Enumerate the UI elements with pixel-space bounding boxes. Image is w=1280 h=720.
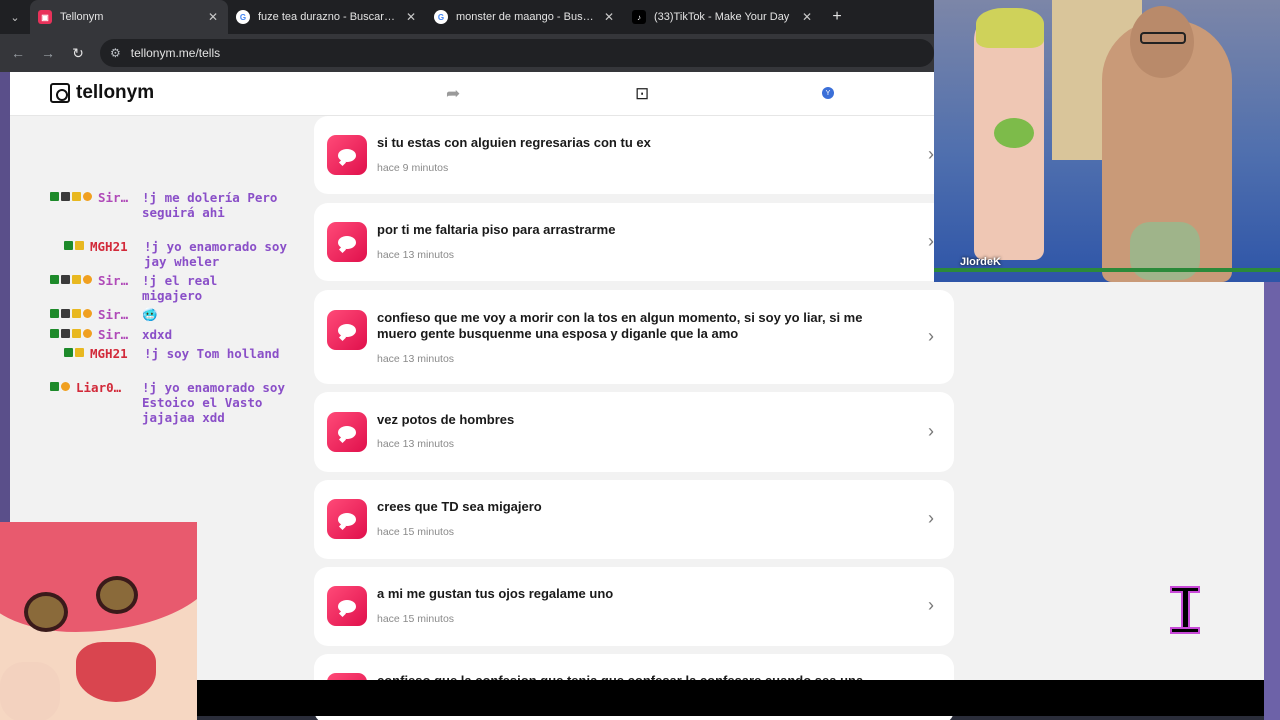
message-bubble-icon	[327, 499, 367, 539]
chevron-right-icon: ›	[928, 508, 934, 528]
tellonym-logo[interactable]: tellonym	[50, 82, 154, 104]
chat-message: Sir… xdxd	[50, 327, 282, 342]
reload-icon[interactable]: ↻	[70, 45, 86, 62]
chat-text: !j soy Tom holland	[144, 346, 280, 361]
tell-text: a mi me gustan tus ojos regalame uno	[377, 586, 614, 601]
chat-text: !j me dolería Pero seguirá ahi	[142, 190, 278, 220]
chat-text: 🥶	[142, 307, 158, 322]
chat-text: xdxd	[142, 327, 173, 342]
tell-card[interactable]: a mi me gustan tus ojos regalame uno hac…	[314, 567, 954, 646]
tell-card[interactable]: si tu estas con alguien regresarias con …	[314, 116, 954, 194]
chat-message: MGH21 !j yo enamorado soy jay wheler	[64, 239, 294, 269]
chat-message: Sir… !j me dolería Pero seguirá ahi	[50, 190, 282, 220]
close-icon[interactable]: ✕	[800, 10, 814, 24]
tab-tellonym[interactable]: ▣ Tellonym ✕	[30, 0, 228, 34]
text-cursor-icon	[1170, 586, 1200, 634]
chat-username: MGH21	[90, 239, 128, 254]
chat-message: Liar0… !j yo enamorado soy Estoico el Va…	[50, 380, 292, 425]
chevron-right-icon: ›	[928, 326, 934, 346]
browser-toolbar: ← → ↻ ⚙ tellonym.me/tells	[0, 34, 934, 72]
top-navigation: tellonym ➦ ⊡ Y	[10, 72, 934, 116]
chat-text: !j el real migajero	[142, 273, 218, 303]
webcam-name-label: JIordeK	[960, 256, 1001, 268]
tell-time: hace 15 minutos	[377, 526, 455, 538]
tell-text: confieso que me voy a morir con la tos e…	[377, 310, 863, 341]
tell-card[interactable]: vez potos de hombres hace 13 minutos ›	[314, 392, 954, 472]
message-bubble-icon	[327, 310, 367, 350]
tellonym-logo-icon	[50, 83, 70, 103]
tell-time: hace 15 minutos	[377, 613, 455, 625]
site-settings-icon[interactable]: ⚙	[110, 46, 121, 60]
bottom-black-bar	[197, 680, 1264, 716]
chat-text: !j yo enamorado soy Estoico el Vasto jaj…	[142, 380, 285, 425]
tab-search-icon[interactable]: ⌄	[0, 0, 30, 34]
logo-text: tellonym	[76, 82, 155, 103]
close-icon[interactable]: ✕	[404, 10, 418, 24]
chat-message: Sir… 🥶	[50, 307, 282, 322]
glasses-icon	[1140, 32, 1186, 44]
chevron-right-icon: ›	[928, 595, 934, 615]
tell-time: hace 13 minutos	[377, 438, 455, 450]
video-progress-bar	[934, 268, 1280, 272]
chat-username: Sir…	[98, 190, 129, 205]
forward-icon[interactable]: →	[40, 45, 56, 61]
close-icon[interactable]: ✕	[602, 10, 616, 24]
tiktok-icon: ♪	[632, 10, 646, 24]
tell-card[interactable]: confieso que me voy a morir con la tos e…	[314, 290, 954, 384]
tab-fuze-tea[interactable]: G fuze tea durazno - Buscar con G ✕	[228, 0, 426, 34]
tell-time: hace 9 minutos	[377, 162, 449, 174]
tell-text: crees que TD sea migajero	[377, 499, 542, 514]
message-bubble-icon	[327, 222, 367, 262]
message-bubble-icon	[327, 586, 367, 626]
chat-username: Sir…	[98, 307, 129, 322]
tab-tiktok[interactable]: ♪ (33)TikTok - Make Your Day ✕	[624, 0, 822, 34]
tab-title: (33)TikTok - Make Your Day	[654, 11, 790, 23]
anime-avatar-image	[0, 522, 197, 720]
message-bubble-icon	[327, 412, 367, 452]
browser-tab-bar: ⌄ ▣ Tellonym ✕ G fuze tea durazno - Busc…	[0, 0, 934, 34]
chat-username: MGH21	[90, 346, 128, 361]
tab-monster[interactable]: G monster de maango - Buscar co ✕	[426, 0, 624, 34]
avatar[interactable]: Y	[822, 87, 834, 99]
message-bubble-icon	[327, 135, 367, 175]
tell-time: hace 13 minutos	[377, 353, 455, 365]
address-input[interactable]: ⚙ tellonym.me/tells	[100, 39, 934, 67]
tell-card[interactable]: por ti me faltaria piso para arrastrarme…	[314, 203, 954, 281]
stream-screen: ⌄ ▣ Tellonym ✕ G fuze tea durazno - Busc…	[0, 0, 1280, 720]
chat-text: !j yo enamorado soy jay wheler	[144, 239, 287, 269]
chat-username: Liar0…	[76, 380, 122, 395]
chat-message: Sir… !j el real migajero	[50, 273, 282, 303]
chat-message: MGH21 !j soy Tom holland	[64, 346, 294, 361]
chevron-right-icon: ›	[928, 421, 934, 441]
tell-card[interactable]: crees que TD sea migajero hace 15 minuto…	[314, 480, 954, 559]
share-icon[interactable]: ➦	[446, 84, 460, 104]
leaf-image	[994, 118, 1034, 148]
anime-figure-hair	[976, 8, 1044, 48]
tellonym-icon: ▣	[38, 10, 52, 24]
tell-time: hace 13 minutos	[377, 249, 455, 261]
tell-text: vez potos de hombres	[377, 412, 515, 427]
tell-text: por ti me faltaria piso para arrastrarme	[377, 222, 616, 237]
new-tab-button[interactable]: +	[822, 8, 852, 26]
url-text: tellonym.me/tells	[130, 46, 221, 60]
chat-username: Sir…	[98, 273, 129, 288]
inbox-icon[interactable]: ⊡	[635, 84, 649, 104]
tab-title: Tellonym	[60, 11, 104, 23]
chat-username: Sir…	[98, 327, 129, 342]
webcam-overlay: JIordeK	[934, 0, 1280, 282]
close-icon[interactable]: ✕	[206, 10, 220, 24]
google-icon: G	[434, 10, 448, 24]
tell-text: si tu estas con alguien regresarias con …	[377, 135, 651, 150]
back-icon[interactable]: ←	[10, 45, 26, 61]
google-icon: G	[236, 10, 250, 24]
tab-title: monster de maango - Buscar co	[456, 11, 594, 23]
tab-title: fuze tea durazno - Buscar con G	[258, 11, 396, 23]
